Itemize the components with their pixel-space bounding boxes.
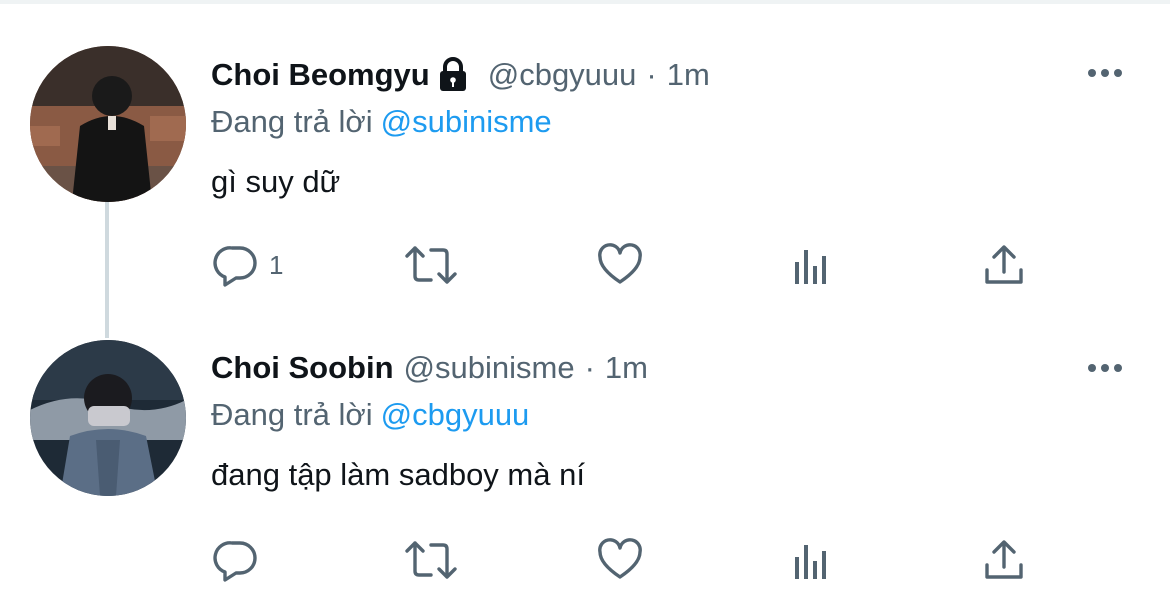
share-button[interactable] [981, 240, 1027, 290]
reply-icon [213, 541, 257, 582]
analytics-icon [795, 250, 826, 284]
avatar[interactable] [30, 46, 186, 202]
more-horizontal-icon[interactable] [1088, 69, 1122, 77]
retweet-button[interactable] [403, 240, 459, 290]
author-handle[interactable]: @cbgyuuu [488, 57, 637, 93]
avatar-photo [30, 340, 186, 496]
share-icon [985, 245, 1023, 284]
heart-icon [598, 243, 642, 284]
views-button[interactable] [789, 535, 835, 585]
like-button[interactable] [597, 240, 643, 290]
top-divider [0, 0, 1170, 4]
replying-prefix: Đang trả lời [211, 104, 373, 139]
author-name[interactable]: Choi Beomgyu [211, 57, 430, 93]
tweet-text: gì suy dữ [211, 164, 341, 199]
views-button[interactable] [789, 240, 835, 290]
like-button[interactable] [597, 535, 643, 585]
analytics-icon [795, 545, 826, 579]
tweet-header: Choi Beomgyu @cbgyuuu · 1m [211, 55, 710, 95]
tweet-time[interactable]: 1m [605, 350, 648, 386]
reply-button[interactable] [213, 535, 269, 585]
retweet-icon [405, 541, 457, 579]
more-horizontal-icon[interactable] [1088, 364, 1122, 372]
heart-icon [598, 538, 642, 579]
share-button[interactable] [981, 535, 1027, 585]
reply-count: 1 [269, 249, 284, 280]
avatar[interactable] [30, 340, 186, 496]
tweet-header: Choi Soobin @subinisme · 1m [211, 348, 648, 388]
thread-connector-line [105, 202, 109, 338]
separator-dot: · [646, 57, 657, 92]
author-handle[interactable]: @subinisme [404, 350, 575, 386]
tweet-time[interactable]: 1m [667, 57, 710, 93]
replying-to: Đang trả lời @cbgyuuu [211, 397, 529, 433]
replying-prefix: Đang trả lời [211, 397, 373, 432]
avatar-photo [30, 46, 186, 202]
reply-button[interactable]: 1 [213, 240, 283, 290]
retweet-button[interactable] [403, 535, 459, 585]
lock-icon [438, 57, 468, 93]
share-icon [985, 540, 1023, 579]
replying-mention-link[interactable]: @cbgyuuu [381, 397, 530, 432]
author-name[interactable]: Choi Soobin [211, 350, 394, 386]
separator-dot: · [584, 350, 595, 385]
reply-icon [213, 246, 257, 287]
retweet-icon [405, 246, 457, 284]
replying-to: Đang trả lời @subinisme [211, 104, 552, 140]
replying-mention-link[interactable]: @subinisme [381, 104, 552, 139]
tweet-text: đang tập làm sadboy mà ní [211, 457, 585, 492]
tweet-actions: 1 [211, 240, 1071, 290]
tweet-actions [211, 535, 1071, 585]
